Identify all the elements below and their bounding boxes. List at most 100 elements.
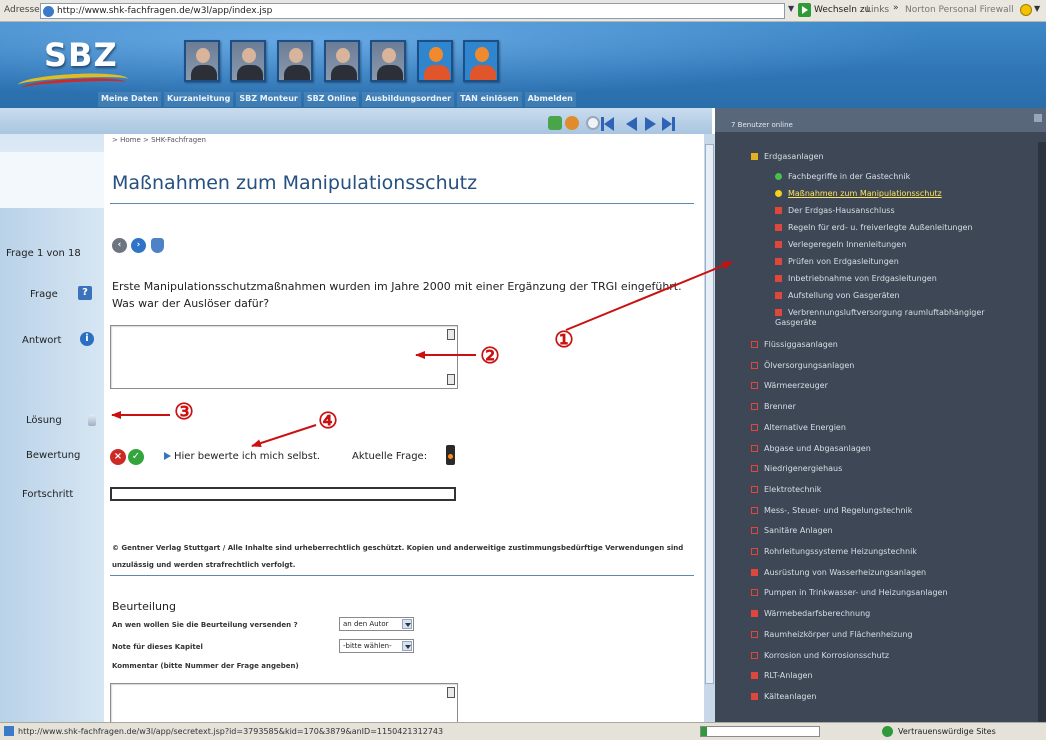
nav-ausbildungsordner[interactable]: Ausbildungsordner — [362, 92, 455, 107]
bullet-icon — [775, 309, 782, 316]
nav-sbz-online[interactable]: SBZ Online — [303, 92, 360, 107]
chapter-item[interactable]: Rohrleitungssysteme Heizungstechnik — [751, 547, 917, 556]
chapter-item[interactable]: Mess-, Steuer- und Regelungstechnik — [751, 506, 912, 515]
links-more-icon[interactable]: » — [893, 3, 899, 13]
topic-item[interactable]: Prüfen von Erdgasleitungen — [775, 257, 899, 266]
forward-arrow-icon[interactable]: › — [131, 238, 146, 253]
users-icon[interactable] — [565, 116, 579, 130]
chevron-down-icon[interactable] — [402, 641, 412, 651]
go-button[interactable]: Wechseln zu — [814, 5, 870, 15]
bullet-icon — [775, 241, 782, 248]
nav-sbz-monteur[interactable]: SBZ Monteur — [236, 92, 301, 107]
address-input[interactable]: http://www.shk-fachfragen.de/w3l/app/ind… — [40, 3, 785, 19]
chapter-item[interactable]: Ausrüstung von Wasserheizungsanlagen — [751, 568, 926, 577]
chevron-down-icon[interactable] — [402, 619, 412, 629]
chapter-item[interactable]: Brenner — [751, 402, 796, 411]
topic-item[interactable]: Regeln für erd- u. freiverlegte Außenlei… — [775, 223, 973, 232]
breadcrumb[interactable]: > Home > SHK-Fachfragen — [112, 136, 206, 144]
chapter-item[interactable]: Flüssiggasanlagen — [751, 340, 838, 349]
chapter-item[interactable]: Wärmeerzeuger — [751, 381, 828, 390]
feedback-title: Beurteilung — [112, 600, 176, 613]
bullet-icon — [751, 692, 758, 700]
chapter-item[interactable]: Alternative Energien — [751, 423, 846, 432]
author-photo[interactable] — [184, 40, 220, 82]
previous-page-icon[interactable] — [626, 117, 637, 131]
topic-item[interactable]: Fachbegriffe in der Gastechnik — [775, 172, 910, 181]
close-icon[interactable] — [1034, 114, 1042, 122]
author-placeholder-icon[interactable] — [417, 40, 453, 82]
tree-item-label: Wärmeerzeuger — [764, 381, 828, 391]
folder-icon — [751, 444, 758, 452]
back-arrow-icon[interactable]: ‹ — [112, 238, 127, 253]
nav-meine-daten[interactable]: Meine Daten — [98, 92, 162, 107]
browser-status-bar: http://www.shk-fachfragen.de/w3l/app/sec… — [0, 722, 1046, 740]
recipient-select[interactable]: an den Autor — [339, 617, 414, 631]
tree-item-label: Verlegeregeln Innenleitungen — [788, 240, 907, 249]
author-photo[interactable] — [370, 40, 406, 82]
norton-dropdown-icon[interactable]: ▼ — [1034, 4, 1040, 13]
chapter-item[interactable]: Sanitäre Anlagen — [751, 526, 833, 535]
author-photo[interactable] — [324, 40, 360, 82]
first-page-icon[interactable] — [604, 117, 614, 131]
chapter-item[interactable]: Raumheizkörper und Flächenheizung — [751, 630, 913, 639]
chapter-item[interactable]: Wärmebedarfsberechnung — [751, 609, 870, 618]
nav-abmelden[interactable]: Abmelden — [524, 92, 576, 107]
norton-toolbar-label[interactable]: Norton Personal Firewall — [905, 5, 1014, 15]
shield-icon[interactable] — [151, 238, 164, 253]
bullet-icon — [775, 258, 782, 265]
chapter-item[interactable]: Korrosion und Korrosionsschutz — [751, 651, 889, 660]
topic-item[interactable]: Aufstellung von Gasgeräten — [775, 291, 900, 300]
chapter-item[interactable]: Erdgasanlagen — [751, 152, 824, 161]
recipient-value: an den Autor — [343, 620, 389, 628]
correct-icon[interactable]: ✓ — [128, 449, 144, 465]
chapter-item[interactable]: Abgase und Abgasanlagen — [751, 444, 871, 453]
print-icon[interactable] — [548, 116, 562, 130]
tree-item-label: Fachbegriffe in der Gastechnik — [788, 172, 911, 181]
tree-item-label: Verbrennungsluftversorgung raumluftabhän… — [775, 308, 985, 327]
topic-item[interactable]: Inbetriebnahme von Erdgasleitungen — [775, 274, 937, 283]
nav-tan-einloesen[interactable]: TAN einlösen — [457, 92, 522, 107]
tree-item-label: Kälteanlagen — [764, 691, 817, 701]
author-placeholder-icon[interactable] — [463, 40, 499, 82]
next-page-icon[interactable] — [645, 117, 656, 131]
title-divider — [110, 203, 694, 204]
chapter-item[interactable]: Elektrotechnik — [751, 485, 821, 494]
nav-kurzanleitung[interactable]: Kurzanleitung — [164, 92, 234, 107]
scrollbar-thumb[interactable] — [705, 144, 714, 684]
address-dropdown-icon[interactable]: ▼ — [788, 4, 794, 13]
wrong-icon[interactable]: × — [110, 449, 126, 465]
sbz-logo[interactable]: SBZ — [44, 36, 118, 74]
question-icon[interactable]: ? — [78, 286, 92, 300]
tree-item-label: Regeln für erd- u. freiverlegte Außenlei… — [788, 223, 973, 232]
comment-textarea[interactable] — [110, 683, 458, 723]
chapter-item[interactable]: Pumpen in Trinkwasser- und Heizungsanlag… — [751, 588, 948, 597]
go-arrow-icon[interactable] — [798, 3, 811, 17]
topic-item[interactable]: Der Erdgas-Hausanschluss — [775, 206, 895, 215]
lightbulb-icon[interactable] — [88, 414, 96, 426]
links-button[interactable]: Links — [866, 5, 889, 15]
chapter-item[interactable]: Ölversorgungsanlagen — [751, 361, 854, 370]
author-photo[interactable] — [230, 40, 266, 82]
info-icon[interactable]: i — [80, 332, 94, 346]
chapter-item[interactable]: Kälteanlagen — [751, 692, 816, 701]
scroll-up-button[interactable] — [447, 329, 455, 340]
norton-icon[interactable] — [1020, 4, 1032, 16]
folder-icon — [751, 361, 758, 369]
tree-item-label: Raumheizkörper und Flächenheizung — [764, 629, 913, 639]
grade-select[interactable]: -bitte wählen- — [339, 639, 414, 653]
scroll-up-button[interactable] — [447, 687, 455, 698]
folder-icon — [751, 403, 758, 411]
tree-item-label: Sanitäre Anlagen — [764, 526, 833, 536]
panel-scrollbar[interactable] — [1038, 142, 1046, 722]
last-page-icon[interactable] — [662, 117, 672, 131]
main-scrollbar[interactable] — [704, 134, 715, 722]
chapter-item[interactable]: Niedrigenergiehaus — [751, 464, 842, 473]
topic-item[interactable]: Verlegeregeln Innenleitungen — [775, 240, 906, 249]
author-photo[interactable] — [277, 40, 313, 82]
topic-item[interactable]: Verbrennungsluftversorgung raumluftabhän… — [775, 308, 1005, 328]
chapter-item[interactable]: RLT-Anlagen — [751, 671, 813, 680]
answer-textarea[interactable] — [110, 325, 458, 389]
topic-item[interactable]: Maßnahmen zum Manipulationsschutz — [775, 189, 942, 198]
scroll-down-button[interactable] — [447, 374, 455, 385]
help-icon[interactable] — [586, 116, 600, 130]
